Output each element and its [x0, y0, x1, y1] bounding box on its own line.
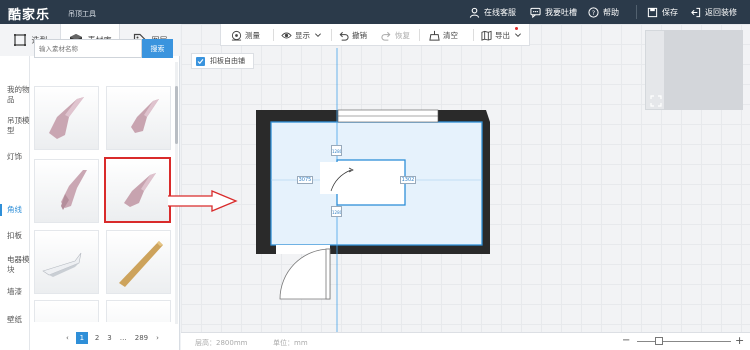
zoom-slider-track[interactable]: [637, 341, 731, 342]
door-swing-icon: [279, 248, 331, 300]
chevron-down-icon: [315, 33, 321, 37]
broom-icon: [429, 30, 440, 41]
redo-icon: [381, 31, 391, 41]
dimension-label-left: 3075: [297, 176, 313, 184]
measure-tool[interactable]: 测量: [231, 28, 260, 42]
export-label: 导出: [495, 30, 510, 40]
redo-label: 恢复: [395, 30, 410, 40]
undo-button[interactable]: 撤销: [338, 28, 367, 42]
floor-plan: [168, 48, 490, 332]
toolbar-separator: [419, 29, 420, 41]
zoom-slider-handle[interactable]: [655, 337, 663, 345]
undo-label: 撤销: [352, 30, 367, 40]
checkbox-checked-icon[interactable]: [196, 56, 205, 66]
display-label: 显示: [295, 30, 310, 40]
free-panel-layout-label: 扣板自由铺: [210, 57, 245, 65]
fullscreen-icon[interactable]: [650, 95, 662, 107]
canvas-toolbar: 测量 显示 撤销 恢复 清空 导出: [220, 24, 530, 46]
dimension-label-top: 1280: [331, 145, 342, 156]
zoom-in-button[interactable]: +: [735, 334, 744, 347]
measure-label: 测量: [245, 30, 260, 40]
drag-arrow-icon: [168, 190, 238, 212]
export-notification-dot: [515, 27, 518, 30]
display-dropdown[interactable]: 显示: [281, 28, 325, 42]
minimap-viewport[interactable]: [664, 30, 743, 110]
toolbar-separator: [331, 29, 332, 41]
dimension-label-bottom: 1280: [331, 206, 342, 217]
toolbar-separator: [473, 29, 474, 41]
clear-button[interactable]: 清空: [429, 28, 458, 42]
measure-icon: [231, 30, 242, 41]
ceiling-height-label: 层高：2800mm: [195, 339, 248, 347]
clear-label: 清空: [443, 30, 458, 40]
eye-icon: [281, 32, 292, 38]
zoom-out-button[interactable]: −: [622, 335, 630, 346]
chevron-down-icon: [515, 33, 521, 37]
toolbar-separator: [273, 29, 274, 41]
placed-object-outline[interactable]: [336, 159, 406, 206]
map-export-icon: [481, 30, 492, 41]
unit-label: 单位：mm: [273, 339, 308, 347]
undo-icon: [339, 31, 349, 41]
dimension-label-right: 1302: [400, 176, 416, 184]
export-dropdown[interactable]: 导出: [481, 28, 525, 42]
free-panel-layout-toggle[interactable]: 扣板自由铺: [191, 53, 254, 69]
redo-button[interactable]: 恢复: [381, 28, 410, 42]
